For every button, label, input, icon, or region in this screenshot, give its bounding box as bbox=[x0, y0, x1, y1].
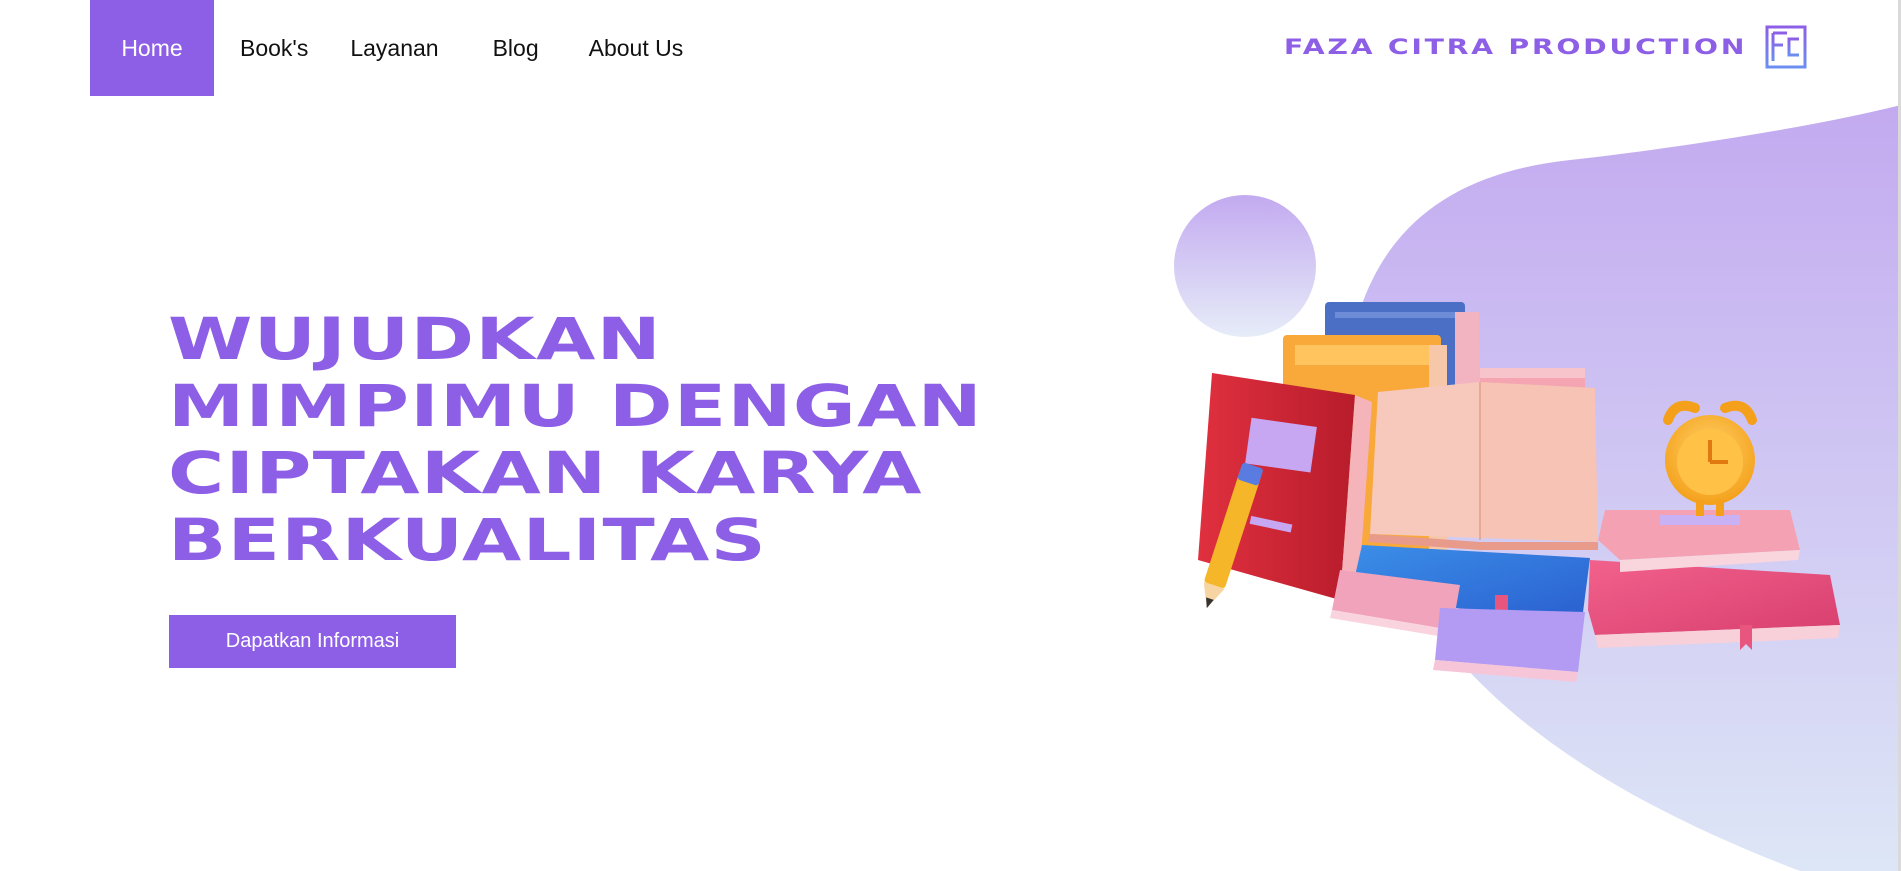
nav-item-layanan[interactable]: Layanan bbox=[328, 0, 468, 96]
hero-title-line: MIMPIMU DENGAN bbox=[168, 372, 984, 440]
hero-title-line: WUJUDKAN bbox=[168, 305, 663, 373]
hero-title-line: CIPTAKAN KARYA bbox=[168, 439, 923, 507]
main-nav: Home Book's Layanan Blog About Us bbox=[90, 0, 707, 96]
books-and-clock-illustration bbox=[1174, 105, 1901, 871]
get-info-button[interactable]: Dapatkan Informasi bbox=[169, 615, 456, 668]
page: Home Book's Layanan Blog About Us FAZA C… bbox=[0, 0, 1901, 871]
fc-monogram-icon bbox=[1765, 25, 1807, 69]
brand[interactable]: FAZA CITRA PRODUCTION bbox=[1284, 24, 1807, 70]
hero-title-line: BERKUALITAS bbox=[168, 506, 768, 574]
nav-item-about-us[interactable]: About Us bbox=[565, 0, 708, 96]
nav-item-home[interactable]: Home bbox=[90, 0, 214, 96]
nav-item-books[interactable]: Book's bbox=[214, 0, 328, 96]
nav-item-blog[interactable]: Blog bbox=[469, 0, 565, 96]
hero-title: WUJUDKAN MIMPIMU DENGAN CIPTAKAN KARYA B… bbox=[168, 306, 983, 574]
brand-name: FAZA CITRA PRODUCTION bbox=[1283, 35, 1747, 59]
